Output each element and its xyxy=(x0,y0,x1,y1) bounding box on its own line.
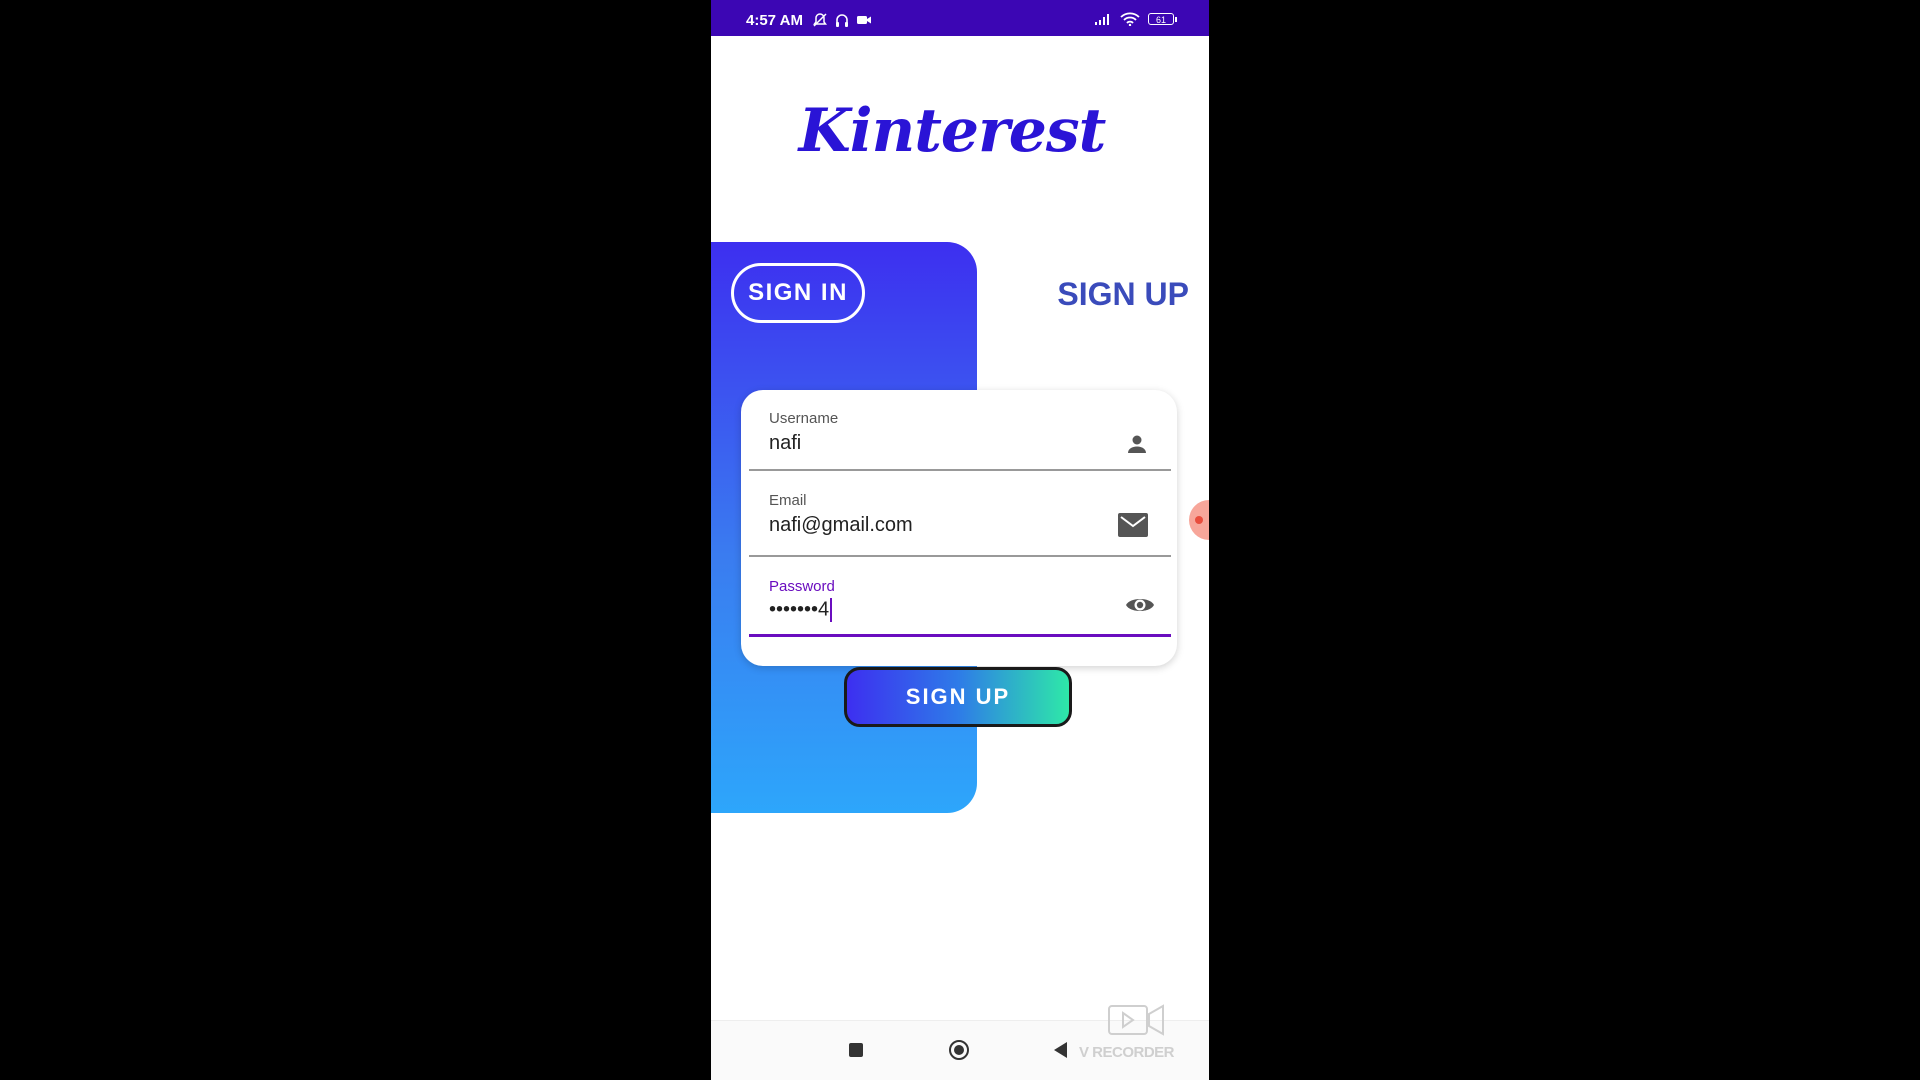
signup-button[interactable]: SIGN UP xyxy=(844,667,1072,727)
status-time: 4:57 AM xyxy=(746,12,803,29)
recorder-watermark: V RECORDER xyxy=(1079,1044,1175,1061)
email-input[interactable]: nafi@gmail.com xyxy=(769,514,913,537)
person-icon xyxy=(1128,435,1146,453)
email-label: Email xyxy=(769,492,807,509)
password-underline xyxy=(749,634,1171,637)
back-button[interactable] xyxy=(1054,1042,1067,1058)
app-logo: Kinterest xyxy=(711,96,1209,166)
password-label: Password xyxy=(769,578,835,595)
battery-icon: 61 xyxy=(1148,13,1177,25)
video-record-icon xyxy=(857,16,871,24)
password-field[interactable]: Password •••••••4 xyxy=(749,562,1171,644)
screen-record-bubble[interactable] xyxy=(1189,500,1209,540)
username-input[interactable]: nafi xyxy=(769,432,801,455)
status-bar: 4:57 AM 61 xyxy=(711,0,1209,36)
password-value: •••••••4 xyxy=(769,598,830,621)
home-button[interactable] xyxy=(949,1040,969,1060)
username-label: Username xyxy=(769,410,839,427)
status-right-icons: 61 xyxy=(1094,12,1177,26)
phone-screen: 4:57 AM 61 Kinterest SIGN IN SIGN UP Use… xyxy=(711,0,1209,1080)
recents-button[interactable] xyxy=(849,1043,863,1057)
mail-icon xyxy=(1118,513,1148,537)
headset-icon xyxy=(836,14,848,27)
mute-icon xyxy=(813,13,827,27)
signal-icon xyxy=(1095,14,1109,25)
tab-sign-in[interactable]: SIGN IN xyxy=(731,263,865,323)
eye-icon[interactable] xyxy=(1125,594,1155,616)
text-caret xyxy=(830,598,833,622)
status-left-icons xyxy=(812,12,872,28)
signup-form-card: Username nafi Email nafi@gmail.com Passw… xyxy=(741,390,1177,666)
recorder-watermark-icon xyxy=(1108,1004,1164,1036)
username-field[interactable]: Username nafi xyxy=(749,390,1171,472)
logo-text: Kinterest xyxy=(798,96,1107,166)
password-input[interactable]: •••••••4 xyxy=(769,598,833,622)
email-underline xyxy=(749,555,1171,557)
tab-sign-up[interactable]: SIGN UP xyxy=(1057,276,1189,313)
username-underline xyxy=(749,469,1171,471)
wifi-icon xyxy=(1120,12,1140,26)
email-field[interactable]: Email nafi@gmail.com xyxy=(749,474,1171,558)
